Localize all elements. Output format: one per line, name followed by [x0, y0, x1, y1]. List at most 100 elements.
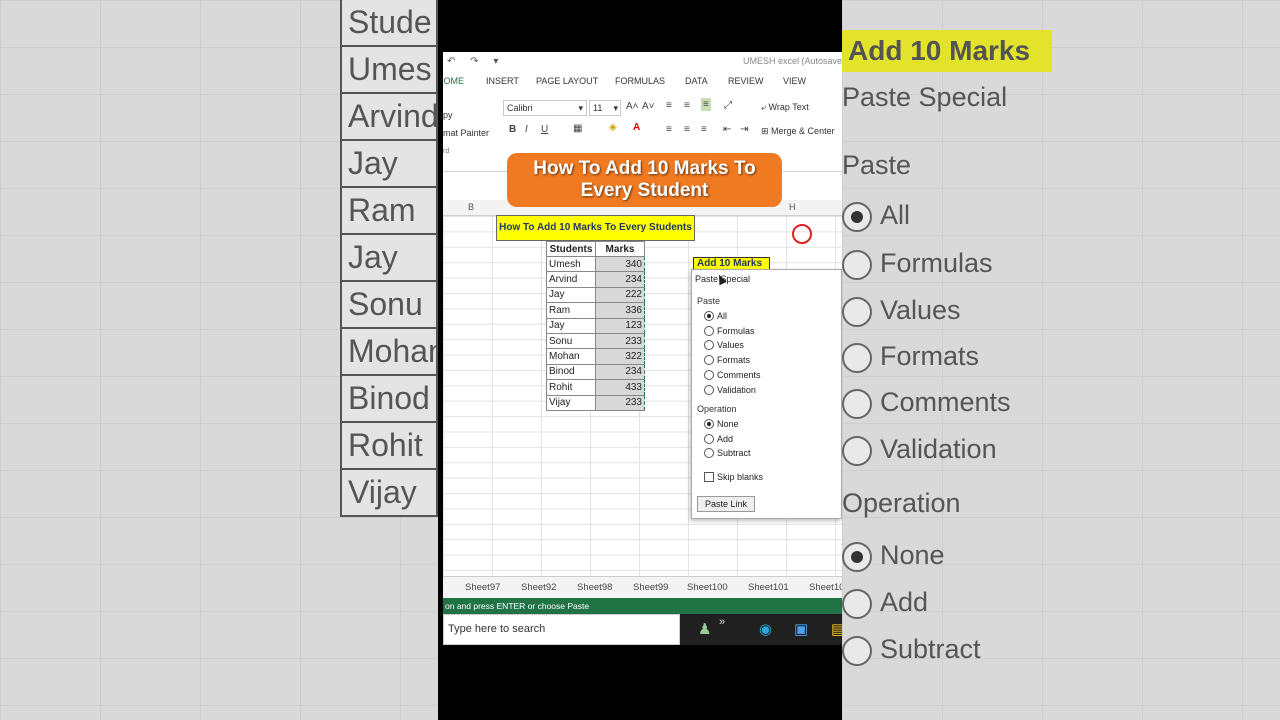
font-name-select[interactable]: Calibri ▾ — [503, 100, 587, 116]
student-name-cell[interactable]: Binod — [546, 363, 596, 381]
grow-font-icon[interactable]: A˄ — [626, 101, 639, 112]
radio-button[interactable] — [704, 340, 714, 351]
radio-button[interactable] — [704, 433, 714, 444]
skip-blanks-checkbox[interactable] — [704, 472, 714, 482]
clipboard-group-label: rd — [443, 148, 450, 155]
merge-center-button[interactable]: ⊞ Merge & Center — [761, 126, 835, 137]
sheet-tab[interactable]: Sheet98 — [577, 582, 612, 593]
tab-insert[interactable]: INSERT — [486, 76, 519, 86]
student-name-cell[interactable]: Jay — [546, 286, 596, 304]
align-right-icon[interactable]: ≡ — [701, 124, 707, 135]
table-row: Ram 336 — [546, 302, 645, 319]
align-top-icon[interactable]: ≡ — [666, 100, 672, 111]
background-left: Stude Umes Arvind Jay Ram Jay Sonu Mohan Binod R… — [0, 0, 438, 720]
tab-data[interactable]: DATA — [685, 76, 708, 86]
radio-button[interactable] — [704, 384, 714, 395]
store-icon[interactable]: ▣ — [794, 620, 808, 638]
sheet-tab[interactable]: Sheet100 — [687, 582, 728, 593]
decrease-indent-icon[interactable]: ⇤ — [723, 124, 731, 135]
fill-color-icon[interactable]: ◈ — [609, 122, 617, 133]
student-name-cell[interactable]: Ram — [546, 302, 596, 319]
marks-cell[interactable]: 233 — [595, 332, 645, 350]
align-left-icon[interactable]: ≡ — [666, 124, 672, 135]
radio-button[interactable] — [704, 369, 714, 380]
sheet-tab[interactable]: Sheet92 — [521, 582, 556, 593]
background-radio-icon — [842, 202, 872, 232]
folder-icon[interactable]: ▤ — [831, 620, 842, 638]
student-name-cell[interactable]: Rohit — [546, 379, 596, 396]
align-middle-icon[interactable]: ≡ — [684, 100, 690, 111]
tab-review[interactable]: REVIEW — [728, 76, 764, 86]
sheet-tab[interactable]: Sheet97 — [465, 582, 500, 593]
background-name-column: Stude Umes Arvind Jay Ram Jay Sonu Mohan Binod R… — [340, 0, 438, 517]
marks-cell[interactable]: 340 — [595, 255, 645, 273]
font-color-icon[interactable]: A — [633, 122, 640, 133]
background-name-cell: Rohit — [340, 423, 438, 470]
background-operation-label: Add — [880, 587, 929, 617]
marks-cell[interactable]: 234 — [595, 363, 645, 381]
marks-cell[interactable]: 322 — [595, 348, 645, 365]
background-name-cell: Ram — [340, 188, 438, 235]
align-bottom-icon[interactable]: ≡ — [701, 98, 711, 111]
increase-indent-icon[interactable]: ⇥ — [740, 124, 748, 135]
tab-view[interactable]: VIEW — [783, 76, 806, 86]
sheet-tabs: Sheet97 Sheet92 Sheet98 Sheet99 Sheet100 Shee… — [443, 576, 842, 598]
taskbar-search-input[interactable]: Type here to search — [443, 614, 680, 645]
align-center-icon[interactable]: ≡ — [684, 124, 690, 135]
radio-button[interactable] — [704, 448, 714, 459]
radio-button[interactable] — [704, 325, 714, 336]
widgets-icon[interactable]: ♟ — [698, 620, 711, 638]
wrap-text-button[interactable]: ⤶ Wrap Text — [761, 102, 809, 113]
bold-button[interactable]: B — [509, 124, 516, 135]
sheet-tab[interactable]: Sheet10 — [809, 582, 842, 593]
student-name-cell[interactable]: Sonu — [546, 332, 596, 350]
format-painter-button[interactable]: mat Painter — [443, 128, 489, 138]
overflow-chevron-icon[interactable]: » — [719, 616, 725, 628]
font-size-select[interactable]: 11 ▾ — [589, 100, 621, 116]
red-circle-annotation — [792, 224, 812, 244]
orientation-icon[interactable]: ⤢ — [724, 100, 732, 111]
quick-access-icons[interactable]: ↶ ↷ ▾ — [447, 56, 504, 67]
wrap-text-icon: ⤶ — [761, 102, 769, 112]
tab-formulas[interactable]: FORMULAS — [615, 76, 665, 86]
paste-special-dialog: Paste Special Paste All Formulas Values For… — [691, 269, 842, 519]
marks-cell[interactable]: 336 — [595, 302, 645, 319]
student-name-cell[interactable]: Umesh — [546, 255, 596, 273]
column-header-b[interactable]: B — [468, 202, 474, 212]
header-students[interactable]: Students — [546, 241, 596, 257]
tab-home[interactable]: HOME — [443, 76, 464, 86]
underline-button[interactable]: U — [541, 124, 548, 135]
tab-page-layout[interactable]: PAGE LAYOUT — [536, 76, 598, 86]
radio-button[interactable] — [704, 355, 714, 366]
radio-button[interactable] — [704, 311, 714, 321]
paste-link-button[interactable]: Paste Link — [697, 496, 755, 512]
option-label: Values — [717, 340, 744, 351]
column-header-h[interactable]: H — [789, 202, 796, 212]
sheet-tab[interactable]: Sheet101 — [748, 582, 789, 593]
border-icon[interactable]: ▦ — [573, 123, 582, 134]
student-name-cell[interactable]: Vijay — [546, 394, 596, 411]
italic-button[interactable]: I — [525, 124, 528, 135]
background-operation-label: None — [880, 540, 945, 570]
copy-button[interactable]: py — [443, 110, 453, 120]
marks-cell[interactable]: 123 — [595, 317, 645, 334]
edge-browser-icon[interactable]: ◉ — [759, 620, 772, 638]
option-label: Validation — [717, 384, 756, 395]
radio-button[interactable] — [704, 419, 714, 429]
student-name-cell[interactable]: Mohan — [546, 348, 596, 365]
student-name-cell[interactable]: Jay — [546, 317, 596, 334]
option-label: Add — [717, 433, 734, 444]
sheet-tab[interactable]: Sheet99 — [633, 582, 668, 593]
student-name-cell[interactable]: Arvind — [546, 271, 596, 288]
marks-cell[interactable]: 433 — [595, 379, 645, 396]
header-marks[interactable]: Marks — [595, 241, 645, 257]
table-row: Jay 123 — [546, 317, 645, 334]
shrink-font-icon[interactable]: A˅ — [642, 101, 655, 112]
marks-cell[interactable]: 233 — [595, 394, 645, 411]
sheet-banner[interactable]: How To Add 10 Marks To Every Students — [496, 215, 695, 241]
marks-cell[interactable]: 234 — [595, 271, 645, 288]
marks-cell[interactable]: 222 — [595, 286, 645, 304]
background-right: Add 10 Marks Paste Special Paste Operati… — [842, 0, 1280, 720]
video-overlay-title: How To Add 10 Marks To Every Student — [507, 153, 782, 207]
background-name-cell: Mohan — [340, 329, 438, 376]
